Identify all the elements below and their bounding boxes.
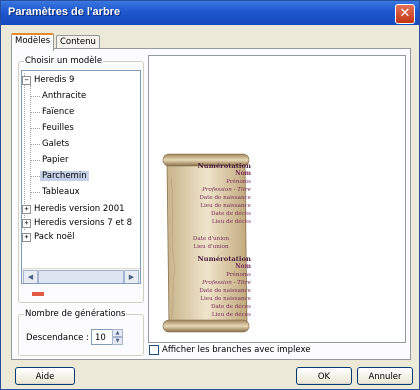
expand-icon[interactable]: + xyxy=(22,219,31,228)
close-icon: ✕ xyxy=(399,6,411,21)
scroll-line: Nom xyxy=(235,170,251,177)
scroll-line: Date d'union xyxy=(192,236,230,242)
tree-node-label: Galets xyxy=(42,139,70,149)
tree-node-galets[interactable]: Galets xyxy=(42,138,69,150)
help-button-label: Aide xyxy=(35,372,55,382)
ok-button[interactable]: OK xyxy=(296,367,352,385)
scroll-line: Lieu de naissance xyxy=(200,203,251,209)
tree-node-label: Feuilles xyxy=(42,123,74,133)
scroll-line: Date de naissance xyxy=(199,288,251,294)
implex-checkbox-label[interactable]: Afficher les branches avec implexe xyxy=(162,344,310,356)
scroll-line: Numérotation xyxy=(197,255,251,263)
spin-down-button[interactable]: ▼ xyxy=(112,337,123,345)
scroll-line: Prénoms xyxy=(226,179,251,185)
tree-node-label: Heredis 9 xyxy=(34,75,75,85)
scroll-line: Profession - Titre xyxy=(202,187,251,193)
tab-panel: Choisir un modèle − Heredis 9 Anthracite… xyxy=(11,48,411,360)
help-button[interactable]: Aide xyxy=(15,367,75,385)
scroll-left-button[interactable]: ◀ xyxy=(23,270,38,283)
scroll-line: Date de décès xyxy=(210,304,251,310)
tab-modeles[interactable]: Modèles xyxy=(11,33,55,51)
scroll-line: Lieu de décès xyxy=(211,219,251,225)
model-groupbox: Choisir un modèle − Heredis 9 Anthracite… xyxy=(18,56,144,303)
scroll-text-block: Numérotation Nom Prénoms Profession - Ti… xyxy=(171,162,251,319)
scroll-line: Profession - Titre xyxy=(202,280,251,286)
scroll-line: Prénoms xyxy=(226,272,251,278)
tree-node-label: Faïence xyxy=(42,107,75,117)
cancel-button[interactable]: Annuler xyxy=(357,367,413,385)
tree-node-tableaux[interactable]: Tableaux xyxy=(42,186,80,198)
tree-node-papier[interactable]: Papier xyxy=(42,154,68,166)
model-tree[interactable]: − Heredis 9 Anthracite Faïence Feuilles … xyxy=(21,70,141,284)
ok-button-label: OK xyxy=(317,372,331,382)
tree-guide-line xyxy=(30,85,31,199)
tree-node-label: Anthracite xyxy=(42,91,87,101)
expand-icon[interactable]: + xyxy=(22,205,31,214)
close-button[interactable]: ✕ xyxy=(395,4,415,24)
scroll-line: Nom xyxy=(235,263,251,270)
tree-node-label: Heredis version 2001 xyxy=(34,204,125,214)
tab-contenu[interactable]: Contenu xyxy=(56,35,100,49)
scroll-thumb[interactable] xyxy=(38,270,124,283)
scroll-line: Date de décès xyxy=(210,211,251,217)
tab-modeles-label: Modèles xyxy=(15,36,51,46)
tree-node-label: Pack noël xyxy=(34,232,75,242)
descendance-stepper[interactable]: ▲ ▼ xyxy=(112,329,123,345)
scroll-left-icon: ◀ xyxy=(27,273,34,281)
scroll-line: Date de naissance xyxy=(199,195,251,201)
generations-group-legend: Nombre de générations xyxy=(24,309,127,320)
preview-pane: Numérotation Nom Prénoms Profession - Ti… xyxy=(148,55,406,343)
scroll-right-button[interactable]: ▶ xyxy=(124,270,139,283)
tree-node-feuilles[interactable]: Feuilles xyxy=(42,122,74,134)
scroll-line: Numérotation xyxy=(197,162,251,170)
tree-node-anthracite[interactable]: Anthracite xyxy=(42,90,86,102)
tree-node-label: Heredis versions 7 et 8 xyxy=(34,218,133,228)
tree-node-label: Papier xyxy=(42,155,69,165)
descendance-value: 10 xyxy=(95,333,106,343)
scroll-right-icon: ▶ xyxy=(128,273,135,281)
color-swatch xyxy=(32,292,44,296)
spin-up-button[interactable]: ▲ xyxy=(112,329,123,337)
tree-node-label: Parchemin xyxy=(40,171,89,181)
tree-horizontal-scrollbar[interactable]: ◀ ▶ xyxy=(22,268,140,283)
collapse-icon[interactable]: − xyxy=(22,76,31,85)
scroll-line: Lieu de décès xyxy=(211,312,251,318)
tree-node-label: Tableaux xyxy=(42,187,80,197)
tree-node-faience[interactable]: Faïence xyxy=(42,106,74,118)
generations-groupbox: Nombre de générations Descendance : 10 ▲… xyxy=(18,309,144,356)
descendance-label: Descendance : xyxy=(26,333,89,343)
tree-node-parchemin[interactable]: Parchemin xyxy=(40,170,89,182)
implex-checkbox[interactable] xyxy=(149,345,159,355)
title-bar[interactable]: Paramètres de l'arbre ✕ xyxy=(1,1,419,25)
scroll-line: Lieu de naissance xyxy=(200,296,251,302)
model-group-legend: Choisir un modèle xyxy=(24,56,104,67)
dialog-window: Paramètres de l'arbre ✕ Modèles Contenu … xyxy=(0,0,420,390)
cancel-button-label: Annuler xyxy=(368,372,402,382)
expand-icon[interactable]: + xyxy=(22,233,31,242)
descendance-input[interactable]: 10 xyxy=(91,329,113,345)
scroll-line: Lieu d'union xyxy=(193,244,229,250)
window-title: Paramètres de l'arbre xyxy=(8,6,121,18)
tab-contenu-label: Contenu xyxy=(60,37,96,47)
